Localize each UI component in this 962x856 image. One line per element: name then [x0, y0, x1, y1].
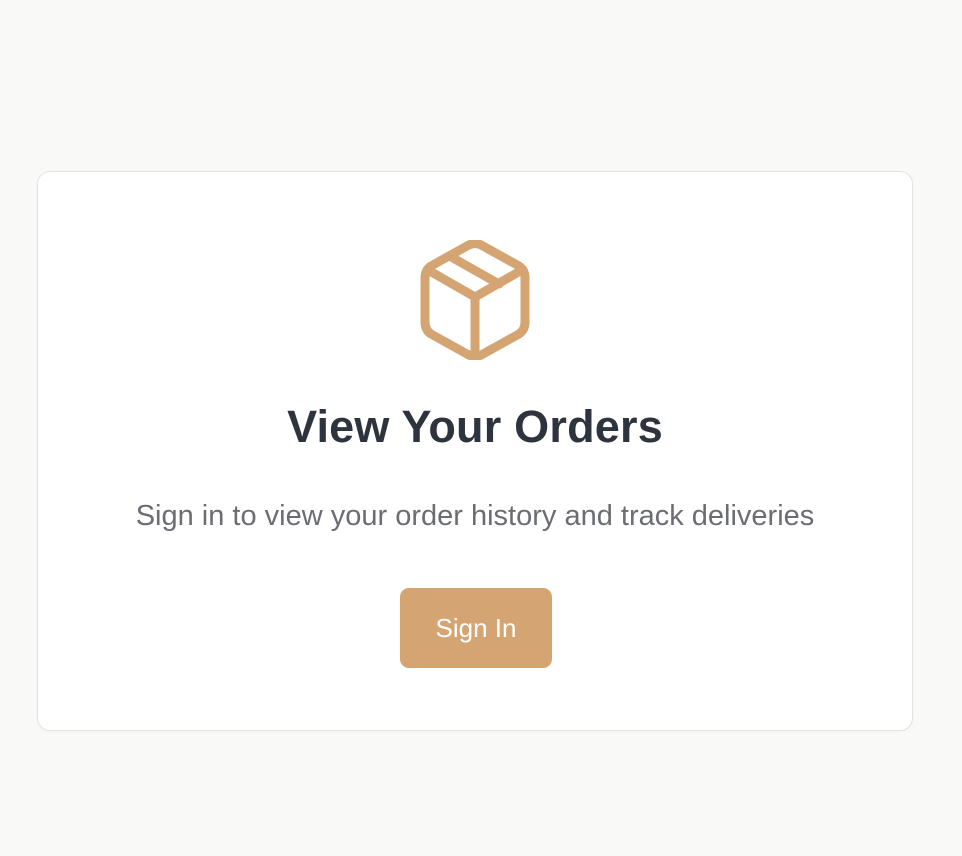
package-box-icon [420, 240, 530, 360]
orders-signin-card: View Your Orders Sign in to view your or… [37, 171, 913, 731]
sign-in-button[interactable]: Sign In [400, 588, 552, 668]
page-title: View Your Orders [287, 401, 663, 452]
page-subtitle: Sign in to view your order history and t… [135, 500, 815, 532]
